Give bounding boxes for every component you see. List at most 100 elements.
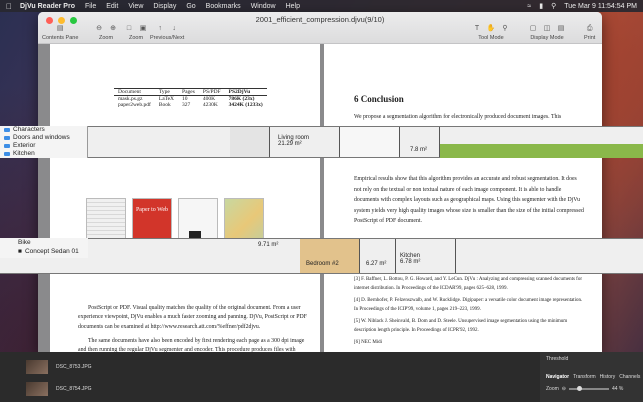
grass-area (440, 144, 643, 158)
display-mode-label: Display Mode (530, 35, 564, 41)
car-icon: ■ (18, 248, 22, 255)
document-view[interactable]: Document Type Pages PS/PDF PS2DjVu mask.… (38, 44, 602, 352)
print-group[interactable]: ⎙ Print (584, 24, 595, 41)
folder-icon (4, 136, 10, 140)
wifi-icon[interactable]: ≈ (527, 3, 531, 10)
list-item[interactable]: Doors and windows (0, 134, 87, 142)
file-name: DSC_8753.JPG (56, 364, 92, 370)
zoom-label: Zoom (546, 386, 559, 392)
list-item[interactable]: Kitchen (0, 150, 87, 158)
display-mode-group[interactable]: ▢ ◫ ▤ Display Mode (528, 24, 566, 41)
zoom-in-icon[interactable]: ⊕ (108, 24, 118, 33)
reference-item: [3] F. Baffner, L. Bottou, P. G. Howard,… (354, 277, 582, 291)
clock[interactable]: Tue Mar 9 11:54:54 PM (564, 3, 637, 10)
hand-tool-icon[interactable]: ✋ (486, 24, 496, 33)
zoom-out-icon[interactable]: ⊖ (94, 24, 104, 33)
single-page-icon[interactable]: ▢ (528, 24, 538, 33)
folder-icon (4, 152, 10, 156)
menu-bookmarks[interactable]: Bookmarks (206, 3, 241, 10)
paragraph: The same documents have also been encode… (78, 337, 305, 352)
app-menu[interactable]: DjVu Reader Pro (20, 3, 75, 10)
menu-view[interactable]: View (128, 3, 143, 10)
reader-window: 2001_efficient_compression.djvu(9/10) ▤ … (38, 12, 602, 352)
section-heading: 6 Conclusion (354, 94, 404, 104)
table-cell: Book (158, 102, 171, 108)
table-cell: 327 (182, 102, 191, 108)
conclusion-body: Empirical results show that this algorit… (354, 176, 584, 224)
conclusion-intro: We propose a segmentation algorithm for … (354, 114, 562, 120)
previous-icon[interactable]: ↑ (155, 24, 165, 33)
floorplan-cell: Bedroom #2 (300, 239, 360, 273)
zoom-tool-icon[interactable]: ⚲ (500, 24, 510, 33)
floorplan-cell (340, 127, 400, 157)
panel-title: Threshold (546, 356, 569, 362)
menu-file[interactable]: File (85, 3, 96, 10)
tab-channels[interactable]: Channels (619, 374, 640, 380)
zoom-label-2: Zoom (128, 35, 144, 41)
list-item[interactable]: Bike (0, 238, 88, 247)
table-header: Document (114, 88, 155, 96)
table-cell: paper2web.pdf (118, 102, 151, 108)
results-table: Document Type Pages PS/PDF PS2DjVu mask.… (114, 88, 267, 108)
zoom-group-2[interactable]: □ ▣ Zoom (124, 24, 148, 41)
tool-mode-group[interactable]: T ✋ ⚲ Tool Mode (472, 24, 510, 41)
continuous-icon[interactable]: ▤ (556, 24, 566, 33)
room-area: 6.27 m² (366, 261, 387, 267)
file-name: DSC_8754.JPG (56, 386, 92, 392)
fit-page-icon[interactable]: □ (124, 24, 134, 33)
list-item-label: Kitchen (13, 150, 35, 157)
menu-help[interactable]: Help (286, 3, 300, 10)
list-item-label: Characters (13, 126, 45, 133)
tool-mode-label: Tool Mode (478, 35, 504, 41)
previous-next-group[interactable]: ↑ ↓ Previous/Next (150, 24, 184, 41)
room-area: 7.8 m² (410, 147, 428, 153)
tab-history[interactable]: History (600, 374, 616, 380)
print-label: Print (584, 35, 596, 41)
zoom-group-1[interactable]: ⊖ ⊕ Zoom (94, 24, 118, 41)
list-item-label: Concept Sedan 01 (24, 248, 79, 255)
floorplan-band-bottom: 9.71 m² Bedroom #2 6.27 m² Kitchen 6.78 … (0, 238, 643, 274)
next-icon[interactable]: ↓ (169, 24, 179, 33)
apple-icon[interactable]:  (6, 2, 12, 11)
window-title: 2001_efficient_compression.djvu(9/10) (255, 15, 385, 24)
object-list-top: Characters Doors and windows Exterior Ki… (0, 126, 88, 158)
tab-transform[interactable]: Transform (573, 374, 596, 380)
menu-edit[interactable]: Edit (106, 3, 118, 10)
contents-pane-group[interactable]: ▤ Contents Pane (42, 24, 78, 41)
search-icon[interactable]: ⚲ (551, 2, 556, 10)
two-page-icon[interactable]: ◫ (542, 24, 552, 33)
room-area: 9.71 m² (258, 242, 279, 248)
table-cell: 3424K (1233x) (228, 102, 263, 108)
reference-item: [4] D. Bernhofer, P. Felzenszwalb, and W… (354, 298, 583, 312)
list-item-label: Doors and windows (13, 134, 70, 141)
battery-icon[interactable]: ▮ (539, 2, 543, 10)
contents-pane-label: Contents Pane (42, 35, 79, 41)
floorplan-cell: Living room 21.29 m² (270, 127, 340, 157)
menu-bar:  DjVu Reader Pro File Edit View Display… (0, 0, 643, 12)
table-header: Pages (178, 88, 199, 96)
list-item[interactable]: ■ Concept Sedan 01 (0, 247, 88, 256)
list-item[interactable]: Characters (0, 126, 87, 134)
title-bar: 2001_efficient_compression.djvu(9/10) ▤ … (38, 12, 602, 44)
menu-window[interactable]: Window (251, 3, 276, 10)
actual-size-icon[interactable]: ▣ (138, 24, 148, 33)
menu-display[interactable]: Display (153, 3, 176, 10)
room-label: Kitchen 6.78 m² (400, 253, 420, 265)
file-row[interactable]: DSC_8753.JPG (26, 360, 92, 374)
photo-thumbnail (26, 360, 48, 374)
photo-thumbnail (26, 382, 48, 396)
menu-go[interactable]: Go (186, 3, 195, 10)
navigator-panel: Threshold Navigator Transform History Ch… (540, 352, 643, 402)
select-text-icon[interactable]: T (472, 24, 482, 33)
references: [3] F. Baffner, L. Bottou, P. G. Howard,… (354, 276, 586, 352)
zoom-slider[interactable] (568, 386, 609, 391)
tab-navigator[interactable]: Navigator (546, 374, 569, 380)
zoom-out-icon[interactable]: ⊖ (562, 386, 566, 392)
file-row[interactable]: DSC_8754.JPG (26, 382, 92, 396)
floorplan-cell: 6.27 m² (360, 239, 396, 273)
room-label: Living room 21.29 m² (278, 135, 309, 147)
list-item[interactable]: Exterior (0, 142, 87, 150)
sidebar-icon: ▤ (56, 25, 64, 32)
printer-icon[interactable]: ⎙ (585, 24, 595, 33)
room-area: 6.78 m² (400, 259, 421, 265)
